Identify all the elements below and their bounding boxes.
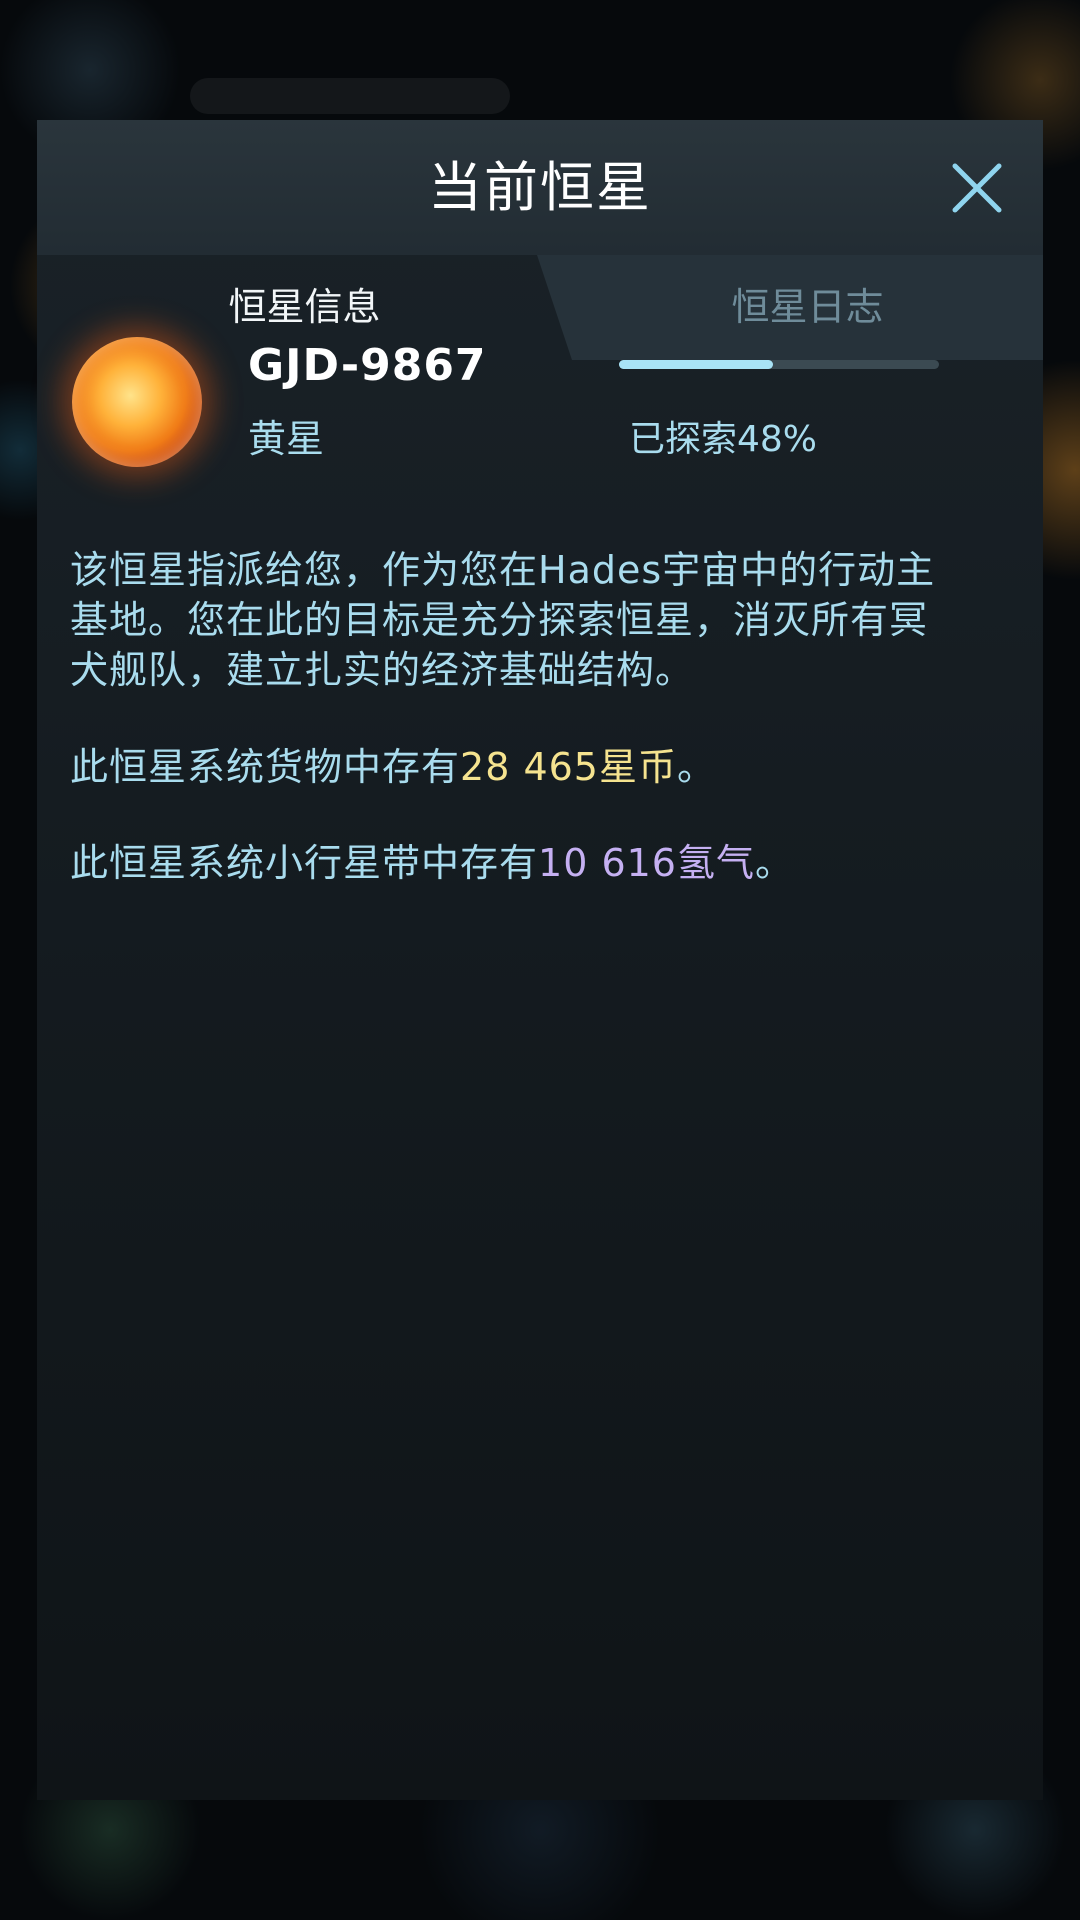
dialog-title: 当前恒星 [428,156,652,219]
sun-icon [72,337,202,467]
exploration-progress-fill [619,360,773,369]
asteroid-info-line: 此恒星系统小行星带中存有10 616氢气。 [70,838,950,888]
close-button[interactable] [947,158,1007,218]
cargo-info-prefix: 此恒星系统货物中存有 [70,745,461,789]
star-type: 黄星 [248,417,325,461]
asteroid-hydrogen-amount: 10 616氢气 [538,841,755,885]
cargo-info-suffix: 。 [676,745,716,789]
blurred-background-bar [190,78,510,114]
star-name: GJD-9867 [248,340,487,391]
exploration-percent-text: 已探索48% [629,419,818,460]
star-description: 该恒星指派给您，作为您在Hades宇宙中的行动主基地。您在此的目标是充分探索恒星… [70,548,936,692]
close-icon [952,163,1002,213]
asteroid-info-suffix: 。 [754,841,794,885]
asteroid-info-prefix: 此恒星系统小行星带中存有 [70,841,539,885]
exploration-progress-bar [619,360,939,369]
screen-background: 当前恒星 恒星信息 恒星日志 GJD-9867 黄星 已探索48% 该恒星指派给… [0,0,1080,1920]
cargo-credits-amount: 28 465星币 [460,745,677,789]
tab-star-log[interactable]: 恒星日志 [572,255,1043,360]
cargo-info-line: 此恒星系统货物中存有28 465星币。 [70,742,950,792]
dialog-header: 当前恒星 [37,120,1043,255]
tab-bar: 恒星信息 恒星日志 [37,255,1043,360]
